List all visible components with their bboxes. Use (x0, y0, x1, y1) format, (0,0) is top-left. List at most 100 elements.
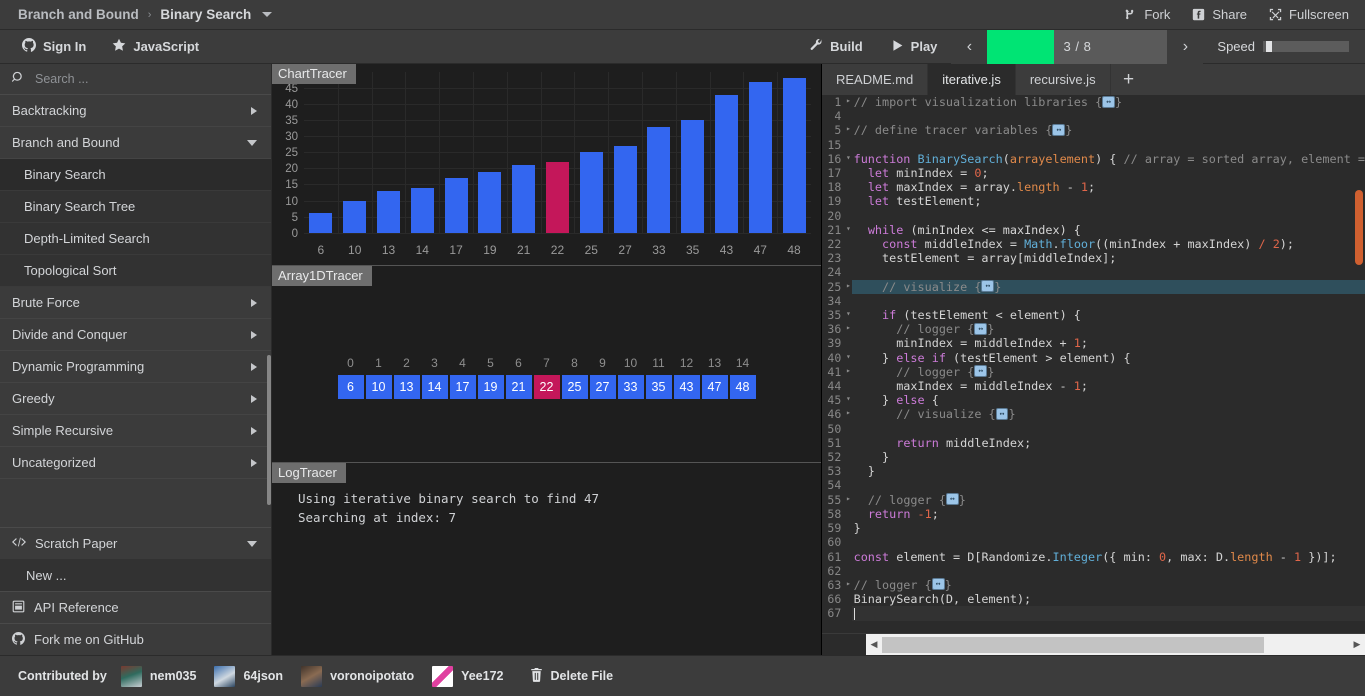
code-line[interactable]: 53 } (822, 464, 1365, 479)
collapsed-code-badge[interactable]: ↔ (981, 280, 995, 293)
scroll-right-icon[interactable]: ▶ (1349, 639, 1365, 650)
contributor[interactable]: Yee172 (432, 665, 504, 687)
code-line[interactable]: 24 (822, 265, 1365, 280)
code-line[interactable]: 54 (822, 478, 1365, 493)
code-line[interactable]: 45 ▾ } else { (822, 393, 1365, 408)
code-line[interactable]: 20 (822, 208, 1365, 223)
code-line[interactable]: 39 minIndex = middleIndex + 1; (822, 336, 1365, 351)
fork-button[interactable]: Fork (1124, 7, 1170, 22)
code-line[interactable]: 16 ▾ function BinarySearch(arrayelement) {… (822, 151, 1365, 167)
chevron-right-icon[interactable] (251, 330, 257, 339)
sidebar-scrollbar[interactable] (267, 355, 271, 505)
collapsed-code-badge[interactable]: ↔ (945, 493, 959, 506)
sign-in-button[interactable]: Sign In (22, 38, 86, 55)
sidebar-category-greedy[interactable]: Greedy (0, 383, 271, 415)
sidebar-item-scratch-paper[interactable]: Scratch Paper (0, 527, 271, 559)
code-line[interactable]: 55 ▸ // logger {↔} (822, 492, 1365, 507)
play-button[interactable]: Play (877, 39, 952, 55)
code-line[interactable]: 21 ▾ while (minIndex <= maxIndex) { (822, 222, 1365, 238)
sidebar-item-fork-github[interactable]: Fork me on GitHub (0, 623, 271, 655)
code-line[interactable]: 61 const element = D[Randomize.Integer({ … (822, 549, 1365, 564)
code-line[interactable]: 5 ▸// define tracer variables {↔} (822, 123, 1365, 138)
code-line[interactable]: 60 (822, 535, 1365, 550)
sidebar-item-topological-sort[interactable]: Topological Sort (0, 255, 271, 287)
sidebar-category-brute-force[interactable]: Brute Force (0, 287, 271, 319)
collapsed-code-badge[interactable]: ↔ (931, 578, 945, 591)
add-tab-button[interactable]: + (1111, 64, 1147, 95)
code-line[interactable]: 4 (822, 109, 1365, 124)
sidebar-category-branch-and-bound[interactable]: Branch and Bound (0, 127, 271, 159)
next-step-button[interactable]: › (1167, 29, 1204, 64)
fullscreen-button[interactable]: Fullscreen (1269, 7, 1349, 22)
code-line[interactable]: 52 } (822, 450, 1365, 465)
code-line[interactable]: 17 let minIndex = 0; (822, 166, 1365, 181)
previous-step-button[interactable]: ‹ (951, 29, 988, 64)
breadcrumb-algorithm[interactable]: Binary Search (160, 7, 251, 22)
horizontal-scroll-thumb[interactable] (882, 636, 1264, 653)
contributor[interactable]: voronoipotato (301, 665, 414, 687)
code-line[interactable]: 15 (822, 137, 1365, 152)
code-line[interactable]: 59} (822, 521, 1365, 536)
code-line[interactable]: 35 ▾ if (testElement < element) { (822, 308, 1365, 323)
code-line[interactable]: 63 ▸// logger {↔} (822, 577, 1365, 593)
code-line[interactable]: 66 BinarySearch(D, element); (822, 592, 1365, 607)
step-progress-bar[interactable]: 3 / 8 (987, 29, 1168, 64)
collapsed-code-badge[interactable]: ↔ (974, 365, 988, 378)
sidebar-item-binary-search[interactable]: Binary Search (0, 159, 271, 191)
code-line[interactable]: 34 (822, 293, 1365, 309)
sidebar-item-depth-limited-search[interactable]: Depth-Limited Search (0, 223, 271, 255)
chevron-down-icon[interactable] (247, 139, 257, 146)
editor-horizontal-scrollbar[interactable]: ◀ ▶ (822, 633, 1365, 656)
contributor[interactable]: 64json (214, 665, 283, 687)
breadcrumb-category[interactable]: Branch and Bound (18, 7, 139, 22)
code-line[interactable]: 51 return middleIndex; (822, 435, 1365, 451)
chevron-right-icon[interactable] (251, 106, 257, 115)
collapsed-code-badge[interactable]: ↔ (1102, 95, 1116, 108)
code-line[interactable]: 46 ▸ // visualize {↔} (822, 407, 1365, 422)
scroll-left-icon[interactable]: ◀ (866, 639, 882, 650)
language-selector[interactable]: JavaScript (112, 38, 199, 55)
chevron-right-icon[interactable] (251, 298, 257, 307)
sidebar-category-backtracking[interactable]: Backtracking (0, 95, 271, 127)
sidebar-category-divide-and-conquer[interactable]: Divide and Conquer (0, 319, 271, 351)
tab-readme-md[interactable]: README.md (822, 64, 929, 95)
tab-iterative-js[interactable]: iterative.js (928, 64, 1016, 95)
code-line[interactable]: 22 const middleIndex = Math.floor((minIn… (822, 237, 1365, 252)
code-line[interactable]: 19 let testElement; (822, 194, 1365, 209)
sidebar-category-simple-recursive[interactable]: Simple Recursive (0, 415, 271, 447)
sidebar-item-binary-search-tree[interactable]: Binary Search Tree (0, 191, 271, 223)
chevron-right-icon[interactable] (251, 394, 257, 403)
code-line[interactable]: 40 ▾ } else if (testElement > element) { (822, 350, 1365, 365)
collapsed-code-badge[interactable]: ↔ (995, 407, 1009, 420)
speed-slider-thumb[interactable] (1265, 41, 1272, 52)
build-button[interactable]: Build (796, 38, 877, 55)
code-line[interactable]: 41 ▸ // logger {↔} (822, 364, 1365, 380)
collapsed-code-badge[interactable]: ↔ (974, 322, 988, 335)
chevron-right-icon[interactable] (251, 426, 257, 435)
code-line[interactable]: 44 maxIndex = middleIndex - 1; (822, 379, 1365, 394)
code-line[interactable]: 36 ▸ // logger {↔} (822, 322, 1365, 337)
chevron-down-icon[interactable] (262, 12, 273, 17)
chevron-down-icon[interactable] (247, 540, 257, 547)
contributor[interactable]: nem035 (120, 665, 196, 687)
code-line[interactable]: 25 ▸ // visualize {↔} (822, 279, 1365, 294)
editor-vertical-scrollbar[interactable] (1355, 190, 1363, 265)
chevron-right-icon[interactable] (251, 458, 257, 467)
code-line[interactable]: 50 (822, 421, 1365, 436)
collapsed-code-badge[interactable]: ↔ (1052, 123, 1066, 136)
code-line[interactable]: 18 let maxIndex = array.length - 1; (822, 180, 1365, 195)
code-line[interactable]: 58 return -1; (822, 506, 1365, 522)
code-line[interactable]: 62 (822, 563, 1365, 578)
sidebar-item-api-reference[interactable]: API Reference (0, 591, 271, 623)
delete-file-button[interactable]: Delete File (530, 667, 613, 685)
chevron-right-icon[interactable] (251, 362, 257, 371)
code-line[interactable]: 1 ▸// import visualization libraries {↔} (822, 95, 1365, 110)
share-button[interactable]: Share (1192, 7, 1247, 22)
code-area[interactable]: 1 ▸// import visualization libraries {↔} 4… (822, 95, 1365, 633)
speed-slider[interactable] (1263, 41, 1349, 52)
tab-recursive-js[interactable]: recursive.js (1016, 64, 1111, 95)
sidebar-category-uncategorized[interactable]: Uncategorized (0, 447, 271, 479)
sidebar-category-dynamic-programming[interactable]: Dynamic Programming (0, 351, 271, 383)
code-line[interactable]: 67 (822, 606, 1365, 621)
search-input[interactable] (35, 72, 259, 86)
